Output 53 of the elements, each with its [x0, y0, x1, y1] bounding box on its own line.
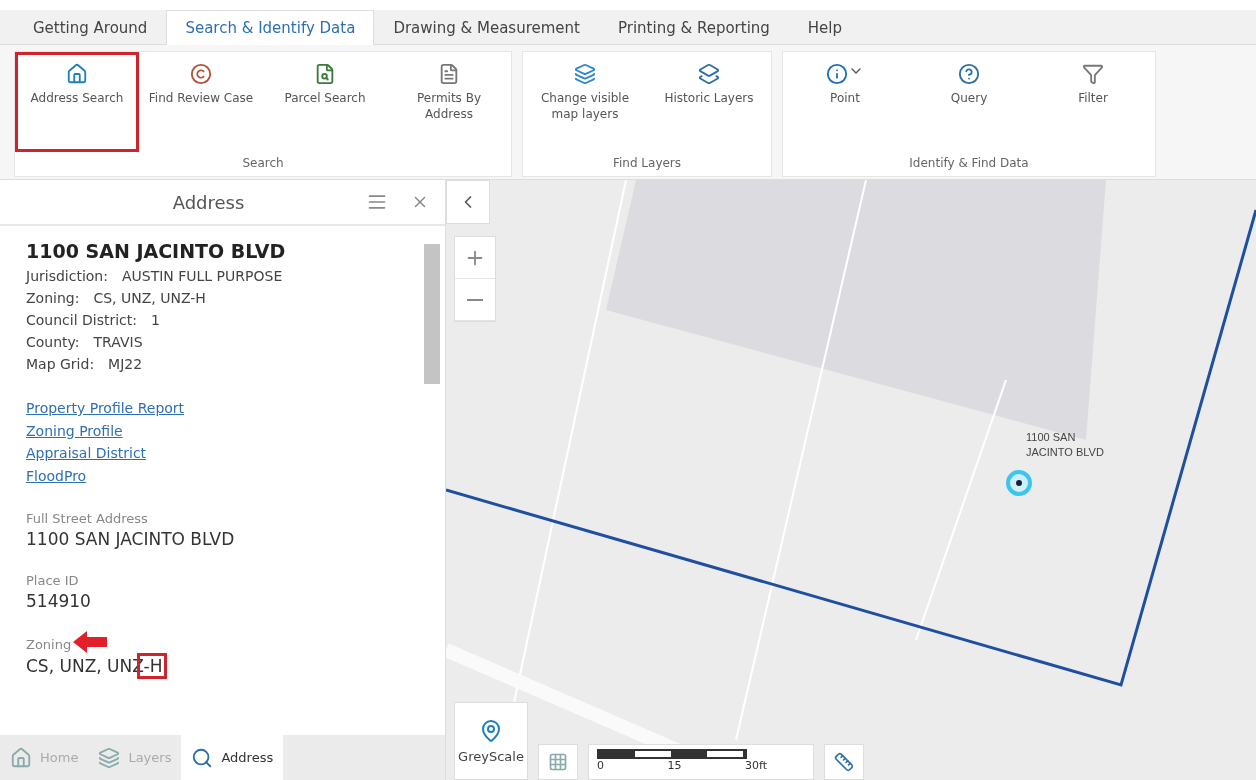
layers-icon [98, 746, 121, 769]
ribbon-tab[interactable]: Drawing & Measurement [374, 10, 599, 45]
help-icon [958, 63, 980, 85]
ribbon-tab[interactable]: Printing & Reporting [598, 10, 789, 45]
fact-value: CS, UNZ, UNZ-H [93, 289, 206, 308]
scale-button[interactable] [824, 744, 864, 780]
location-marker [1006, 470, 1032, 496]
report-link[interactable]: FloodPro [26, 464, 87, 487]
fact-value: 1 [151, 311, 160, 330]
fact-label: Jurisdiction: [26, 267, 108, 286]
search-icon [191, 746, 214, 769]
fact-label: County: [26, 333, 80, 352]
annotation-arrow-icon [73, 631, 108, 653]
field-label: Zoning [26, 636, 72, 652]
field-label: Place ID [26, 573, 79, 588]
info-icon [826, 63, 848, 85]
minus-icon [467, 298, 483, 301]
coordinates-button[interactable] [538, 744, 578, 780]
house-icon [66, 63, 88, 85]
ribbon-tab[interactable]: Getting Around [14, 10, 167, 45]
layers-icon [574, 63, 596, 85]
group-label: Find Layers [611, 155, 683, 172]
report-link[interactable]: Appraisal District [26, 442, 147, 465]
report-link[interactable]: Property Profile Report [26, 397, 185, 420]
group-label: Search [241, 155, 285, 172]
fact-label: Map Grid: [26, 355, 95, 374]
field-value: 514910 [26, 591, 91, 611]
scale-label: 15 [667, 759, 682, 772]
fact-label: Zoning: [26, 289, 80, 308]
ruler-icon [834, 752, 854, 772]
panel-tab[interactable]: Address [181, 735, 284, 780]
map-label: 1100 SAN JACINTO BLVD [1026, 430, 1105, 460]
fact-value: TRAVIS [93, 333, 143, 352]
scale-label: 30ft [745, 759, 767, 772]
house-icon [10, 746, 32, 769]
map-pin-icon [479, 718, 503, 743]
report-link[interactable]: Zoning Profile [26, 419, 123, 442]
panel-title: Address [171, 191, 246, 213]
scale-label: 0 [597, 759, 604, 772]
menu-icon [367, 192, 387, 212]
fact-value: MJ22 [108, 355, 143, 374]
field-label: Full Street Address [26, 511, 148, 526]
grid-icon [548, 752, 568, 772]
filter-icon [1082, 63, 1104, 85]
address-heading: 1100 SAN JACINTO BLVD [26, 240, 287, 262]
ribbon-tab[interactable]: Help [788, 10, 862, 45]
ribbon-tab[interactable]: Search & Identify Data [166, 10, 375, 45]
fact-value: AUSTIN FULL PURPOSE [121, 267, 283, 286]
fact-label: Council District: [26, 311, 137, 330]
group-label: Identify & Find Data [908, 155, 1030, 172]
ribbon-button[interactable]: Address Search [15, 52, 139, 152]
field-value: 1100 SAN JACINTO BLVD [26, 529, 235, 549]
basemap-button[interactable]: GreyScale [454, 702, 528, 780]
